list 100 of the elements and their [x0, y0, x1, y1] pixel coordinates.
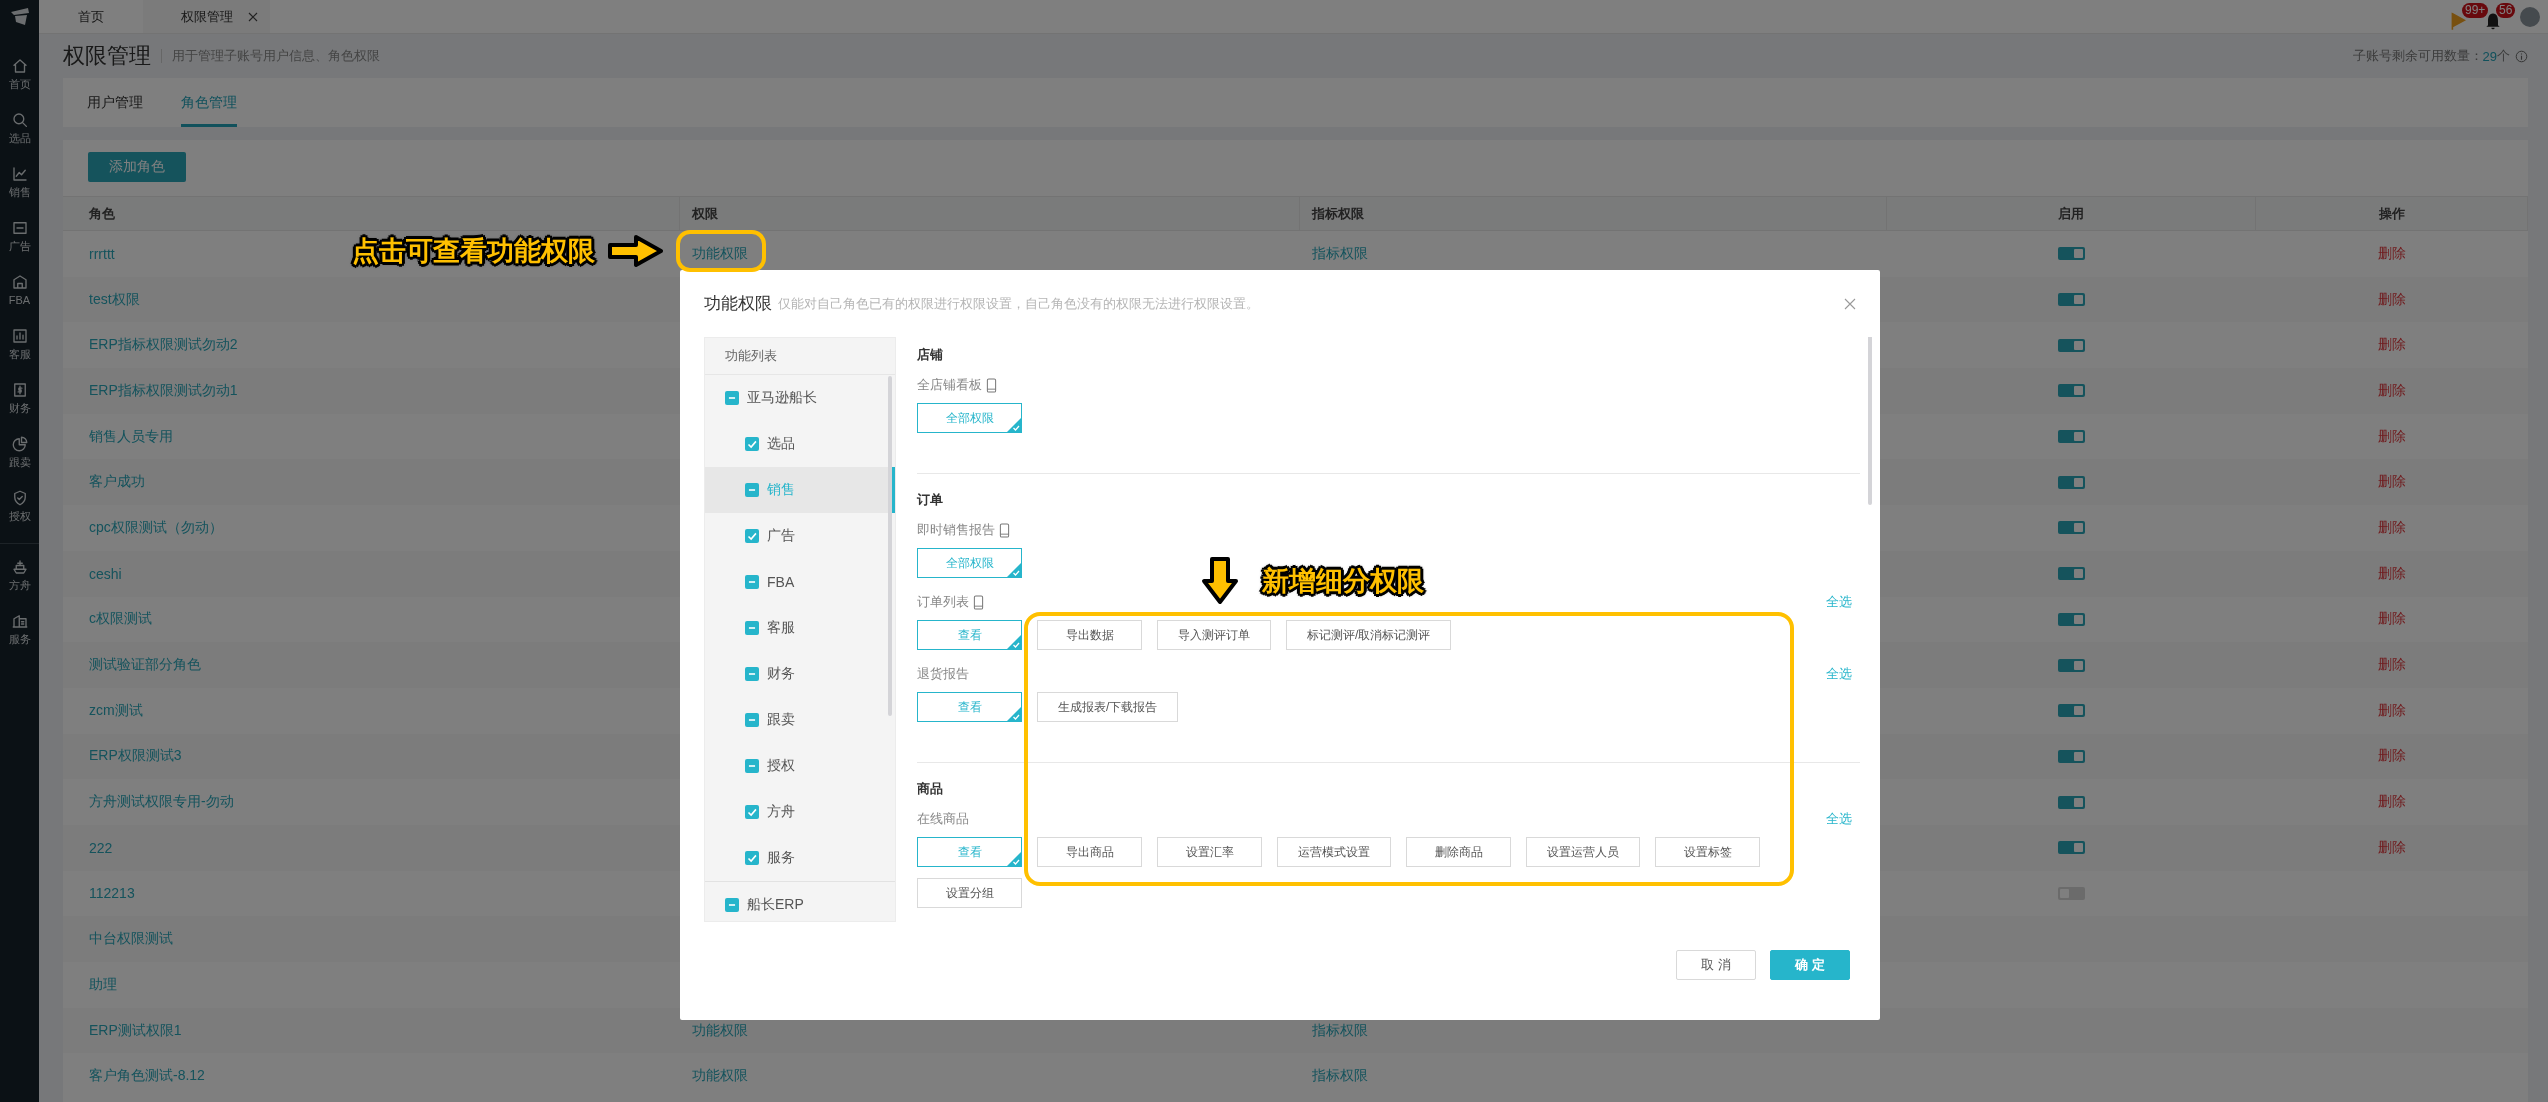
- checkbox[interactable]: [745, 621, 759, 635]
- role-link[interactable]: 222: [89, 839, 113, 856]
- toggle-switch[interactable]: [2058, 704, 2085, 718]
- toggle-switch[interactable]: [2058, 338, 2085, 352]
- role-link[interactable]: 客户角色测试-8.12: [89, 1067, 205, 1086]
- sidebar-item[interactable]: 服务: [8, 612, 31, 666]
- tree-item[interactable]: 亚马逊船长: [705, 375, 895, 421]
- confirm-button[interactable]: 确 定: [1770, 950, 1850, 980]
- toggle-switch[interactable]: [2058, 521, 2085, 535]
- tree-item[interactable]: 销售: [705, 467, 895, 513]
- checkbox[interactable]: [745, 529, 759, 543]
- tree-item[interactable]: 授权: [705, 743, 895, 789]
- add-role-button[interactable]: 添加角色: [88, 152, 186, 182]
- toggle-switch[interactable]: [2058, 384, 2085, 398]
- sidebar-item[interactable]: FBA: [8, 273, 31, 327]
- page-tab[interactable]: 首页: [39, 0, 143, 33]
- tree-item[interactable]: 客服: [705, 605, 895, 651]
- checkbox[interactable]: [745, 713, 759, 727]
- toggle-switch[interactable]: [2058, 247, 2085, 261]
- sidebar-item[interactable]: 财务: [8, 381, 31, 435]
- permission-option-button[interactable]: 删除商品: [1406, 837, 1511, 867]
- delete-link[interactable]: 删除: [2378, 838, 2406, 857]
- delete-link[interactable]: 删除: [2378, 381, 2406, 400]
- toggle-switch[interactable]: [2058, 293, 2085, 307]
- toggle-switch[interactable]: [2058, 841, 2085, 855]
- toggle-switch[interactable]: [2058, 749, 2085, 763]
- sidebar-item[interactable]: 首页: [8, 57, 31, 111]
- checkbox[interactable]: [745, 805, 759, 819]
- checkbox[interactable]: [745, 483, 759, 497]
- role-link[interactable]: 112213: [89, 885, 135, 902]
- close-icon[interactable]: [1844, 297, 1856, 310]
- page-tab[interactable]: 权限管理: [143, 0, 270, 33]
- tab[interactable]: 角色管理: [181, 78, 237, 127]
- permission-button[interactable]: 全部权限: [917, 403, 1022, 433]
- role-link[interactable]: 中台权限测试: [89, 930, 173, 949]
- toggle-switch[interactable]: [2058, 658, 2085, 672]
- toggle-switch[interactable]: [2058, 612, 2085, 626]
- delete-link[interactable]: 删除: [2378, 290, 2406, 309]
- avatar[interactable]: [2520, 6, 2540, 27]
- permission-link[interactable]: 功能权限: [692, 1067, 748, 1086]
- delete-link[interactable]: 删除: [2378, 564, 2406, 583]
- tree-item[interactable]: FBA: [705, 559, 895, 605]
- tree-item[interactable]: 跟卖: [705, 697, 895, 743]
- sidebar-item[interactable]: 选品: [8, 111, 31, 165]
- permission-option-button[interactable]: 设置汇率: [1157, 837, 1262, 867]
- permission-button[interactable]: 查看: [917, 692, 1022, 722]
- toggle-switch[interactable]: [2058, 567, 2085, 581]
- role-link[interactable]: ERP权限测试3: [89, 747, 182, 766]
- delete-link[interactable]: 删除: [2378, 610, 2406, 629]
- tab[interactable]: 用户管理: [87, 78, 143, 127]
- tree-item[interactable]: 船长ERP: [705, 881, 895, 921]
- permission-link[interactable]: 功能权限: [692, 244, 748, 263]
- permission-option-button[interactable]: 导入测评订单: [1157, 620, 1271, 650]
- info-icon[interactable]: [2515, 49, 2528, 63]
- delete-link[interactable]: 删除: [2378, 701, 2406, 720]
- scrollbar[interactable]: [1868, 337, 1872, 505]
- cancel-button[interactable]: 取 消: [1676, 950, 1756, 980]
- tree-item[interactable]: 财务: [705, 651, 895, 697]
- toggle-switch[interactable]: [2058, 475, 2085, 489]
- role-link[interactable]: zcm测试: [89, 701, 143, 720]
- tree-item[interactable]: 服务: [705, 835, 895, 881]
- permission-option-button[interactable]: 生成报表/下载报告: [1037, 692, 1179, 722]
- sidebar-item[interactable]: 销售: [8, 165, 31, 219]
- role-link[interactable]: ERP指标权限测试勿动1: [89, 381, 238, 400]
- sidebar-item[interactable]: 跟卖: [8, 435, 31, 489]
- permission-button[interactable]: 查看: [917, 837, 1022, 867]
- scrollbar[interactable]: [888, 376, 892, 716]
- permission-option-button[interactable]: 导出商品: [1037, 837, 1142, 867]
- sidebar-item[interactable]: 客服: [8, 327, 31, 381]
- toggle-switch[interactable]: [2058, 430, 2085, 444]
- checkbox[interactable]: [745, 759, 759, 773]
- permission-option-button[interactable]: 设置分组: [917, 878, 1022, 908]
- metric-permission-link[interactable]: 指标权限: [1312, 1021, 1368, 1040]
- delete-link[interactable]: 删除: [2378, 518, 2406, 537]
- tree-item[interactable]: 选品: [705, 421, 895, 467]
- delete-link[interactable]: 删除: [2378, 244, 2406, 263]
- role-link[interactable]: 测试验证部分角色: [89, 656, 201, 675]
- checkbox[interactable]: [745, 851, 759, 865]
- role-link[interactable]: ERP指标权限测试勿动2: [89, 336, 238, 355]
- sidebar-item[interactable]: 方舟: [8, 558, 31, 612]
- checkbox[interactable]: [745, 437, 759, 451]
- checkbox[interactable]: [745, 667, 759, 681]
- select-all-link[interactable]: 全选: [1826, 593, 1852, 611]
- flag-icon[interactable]: [2450, 10, 2466, 31]
- role-link[interactable]: 客户成功: [89, 473, 145, 492]
- metric-permission-link[interactable]: 指标权限: [1312, 244, 1368, 263]
- checkbox[interactable]: [725, 391, 739, 405]
- delete-link[interactable]: 删除: [2378, 747, 2406, 766]
- close-icon[interactable]: [248, 12, 258, 22]
- select-all-link[interactable]: 全选: [1826, 810, 1852, 828]
- role-link[interactable]: c权限测试: [89, 610, 152, 629]
- role-link[interactable]: 销售人员专用: [89, 427, 173, 446]
- delete-link[interactable]: 删除: [2378, 793, 2406, 812]
- tree-item[interactable]: 方舟: [705, 789, 895, 835]
- sidebar-item[interactable]: 广告: [8, 219, 31, 273]
- role-link[interactable]: rrrttt: [89, 245, 115, 262]
- role-link[interactable]: 助理: [89, 975, 117, 994]
- checkbox[interactable]: [745, 575, 759, 589]
- role-link[interactable]: ceshi: [89, 565, 122, 582]
- checkbox[interactable]: [725, 898, 739, 912]
